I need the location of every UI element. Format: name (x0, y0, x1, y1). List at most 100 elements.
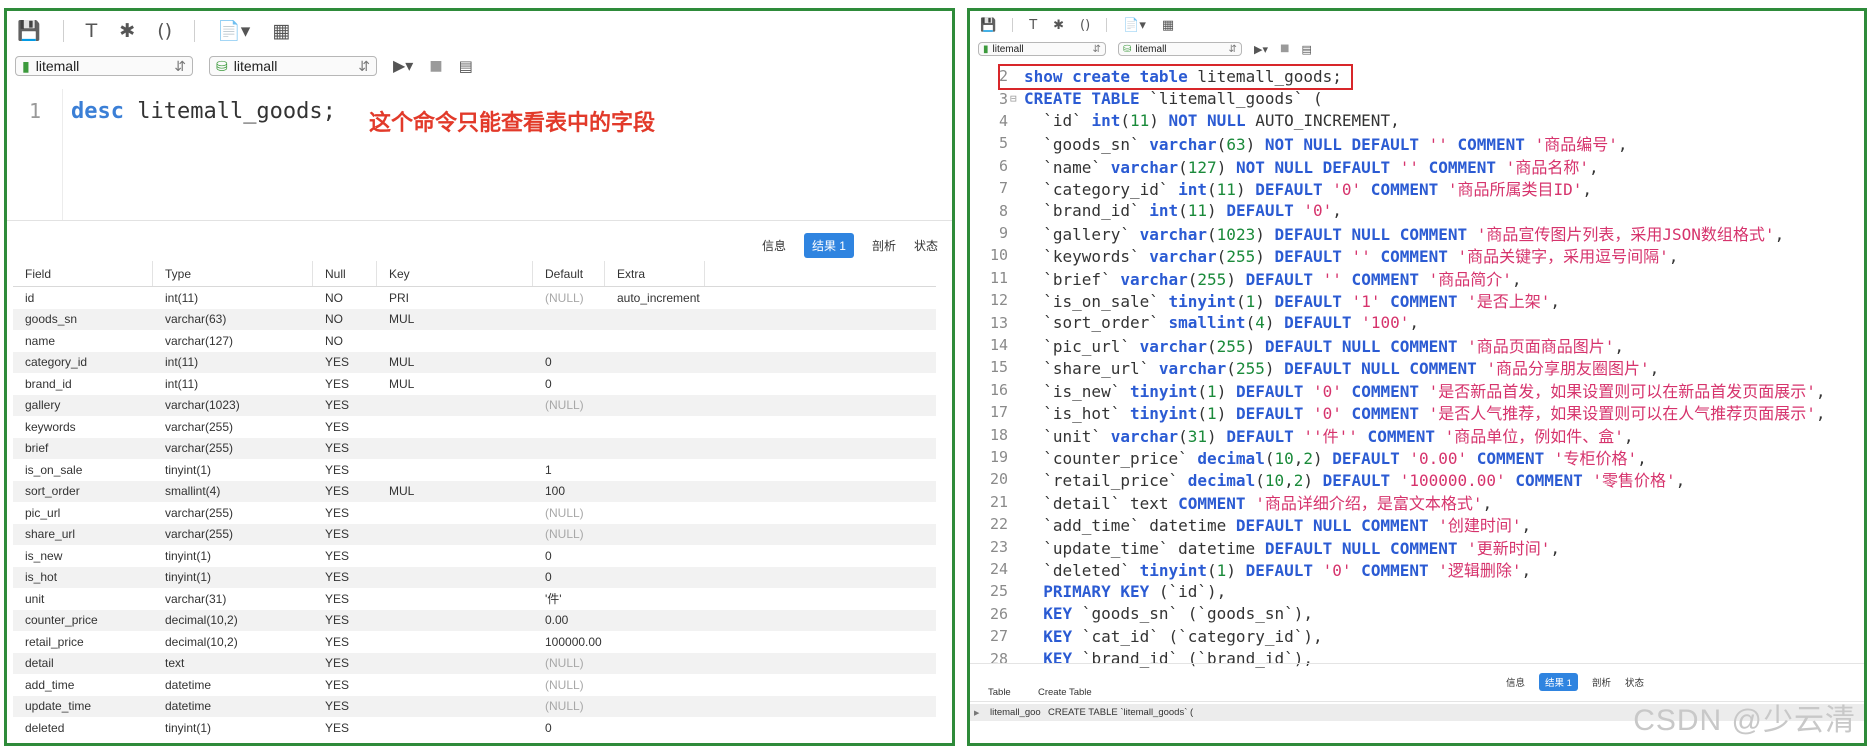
document-icon[interactable]: 📄▾ (217, 21, 250, 41)
table-cell[interactable]: name (13, 334, 153, 348)
table-cell[interactable]: gallery (13, 398, 153, 412)
table-cell[interactable]: int(11) (153, 355, 313, 369)
table-cell[interactable]: int(11) (153, 291, 313, 305)
table-cell[interactable]: category_id (13, 355, 153, 369)
table-row[interactable]: goods_sn varchar(63) NO MUL (13, 308, 936, 330)
table-cell[interactable]: varchar(63) (153, 312, 313, 326)
table-cell[interactable]: 0 (533, 721, 605, 735)
table-cell[interactable]: varchar(127) (153, 334, 313, 348)
magic-wand-icon[interactable]: ✱ (1053, 19, 1064, 32)
table-cell[interactable]: datetime (153, 699, 313, 713)
table-cell[interactable]: brief (13, 441, 153, 455)
table-row[interactable]: is_hot tinyint(1) YES 0 (13, 566, 936, 588)
table-row[interactable]: share_url varchar(255) YES (NULL) (13, 523, 936, 545)
table-row[interactable]: category_id int(11) YES MUL 0 (13, 351, 936, 373)
table-cell[interactable]: text (153, 656, 313, 670)
table-cell[interactable]: add_time (13, 678, 153, 692)
table-cell[interactable]: int(11) (153, 377, 313, 391)
table-cell[interactable]: detail (13, 656, 153, 670)
explain-icon[interactable]: ▤ (459, 58, 473, 74)
table-cell[interactable]: tinyint(1) (153, 549, 313, 563)
left-sql-editor[interactable]: 1 desc litemall_goods; 这个命令只能查看表中的字段 (7, 89, 952, 221)
table-row[interactable]: unit varchar(31) YES '件' (13, 588, 936, 610)
tab-info[interactable]: 信息 (762, 237, 786, 254)
table-row[interactable]: is_new tinyint(1) YES 0 (13, 545, 936, 567)
table-cell[interactable]: MUL (377, 377, 533, 391)
table-cell[interactable]: (NULL) (533, 678, 605, 692)
tab-result-1[interactable]: 结果 1 (803, 233, 854, 258)
table-cell[interactable]: pic_url (13, 506, 153, 520)
column-header[interactable]: Key (377, 261, 533, 286)
column-header[interactable]: Type (153, 261, 313, 286)
table-row[interactable]: pic_url varchar(255) YES (NULL) (13, 502, 936, 524)
table-cell[interactable]: varchar(255) (153, 506, 313, 520)
table-row[interactable]: gallery varchar(1023) YES (NULL) (13, 394, 936, 416)
table-cell[interactable]: MUL (377, 355, 533, 369)
table-cell[interactable]: varchar(255) (153, 441, 313, 455)
table-cell[interactable]: YES (313, 656, 377, 670)
table-cell[interactable]: 0 (533, 355, 605, 369)
table-cell[interactable]: 0.00 (533, 613, 605, 627)
table-cell[interactable]: is_on_sale (13, 463, 153, 477)
table-cell[interactable]: YES (313, 678, 377, 692)
table-row[interactable]: retail_price decimal(10,2) YES 100000.00 (13, 631, 936, 653)
table-cell[interactable]: YES (313, 420, 377, 434)
column-header[interactable]: Create Table (1030, 687, 1092, 698)
tab-profile[interactable]: 剖析 (872, 237, 896, 254)
table-cell[interactable]: (NULL) (533, 527, 605, 541)
table-cell[interactable]: (NULL) (533, 291, 605, 305)
explain-icon[interactable]: ▤ (1301, 44, 1311, 55)
table-cell[interactable]: 0 (533, 549, 605, 563)
run-icon[interactable]: ▶▾ (393, 58, 413, 74)
database-select[interactable]: ⛁ litemall ⇵ (1118, 42, 1242, 56)
table-cell[interactable]: decimal(10,2) (153, 613, 313, 627)
table-cell[interactable]: decimal(10,2) (153, 635, 313, 649)
table-cell[interactable]: datetime (153, 678, 313, 692)
table-cell[interactable]: tinyint(1) (153, 463, 313, 477)
table-row[interactable]: brief varchar(255) YES (13, 437, 936, 459)
table-row[interactable]: brand_id int(11) YES MUL 0 (13, 373, 936, 395)
table-row[interactable]: name varchar(127) NO (13, 330, 936, 352)
table-cell[interactable]: smallint(4) (153, 484, 313, 498)
document-icon[interactable]: 📄▾ (1123, 19, 1146, 32)
parentheses-icon[interactable]: () (1080, 19, 1090, 32)
table-cell[interactable]: YES (313, 613, 377, 627)
table-cell[interactable]: is_new (13, 549, 153, 563)
column-header[interactable]: Null (313, 261, 377, 286)
table-cell[interactable]: 0 (533, 570, 605, 584)
column-header[interactable]: Extra (605, 261, 705, 286)
database-select[interactable]: ⛁ litemall ⇵ (209, 56, 377, 76)
table-cell[interactable]: YES (313, 549, 377, 563)
table-cell[interactable]: tinyint(1) (153, 721, 313, 735)
table-row[interactable]: detail text YES (NULL) (13, 652, 936, 674)
table-row[interactable]: id int(11) NO PRI (NULL) auto_increment (13, 287, 936, 309)
table-cell[interactable]: (NULL) (533, 656, 605, 670)
table-cell[interactable]: counter_price (13, 613, 153, 627)
table-cell[interactable]: retail_price (13, 635, 153, 649)
table-cell[interactable]: keywords (13, 420, 153, 434)
table-cell[interactable]: (NULL) (533, 699, 605, 713)
table-cell[interactable]: 1 (533, 463, 605, 477)
table-cell[interactable]: MUL (377, 484, 533, 498)
table-cell[interactable]: NO (313, 291, 377, 305)
table-cell[interactable]: tinyint(1) (153, 570, 313, 584)
stop-icon[interactable]: ■ (1280, 44, 1289, 54)
magic-wand-icon[interactable]: ✱ (119, 21, 135, 41)
hammer-icon[interactable]: T (1029, 19, 1037, 32)
table-row[interactable]: add_time datetime YES (NULL) (13, 674, 936, 696)
stop-icon[interactable]: ■ (429, 59, 442, 73)
right-sql-editor[interactable]: 2 show create table litemall_goods; 3 ⊟ CREA… (970, 63, 1864, 671)
table-cell[interactable]: sort_order (13, 484, 153, 498)
table-cell[interactable]: YES (313, 484, 377, 498)
table-cell[interactable]: YES (313, 441, 377, 455)
save-icon[interactable]: 💾 (17, 21, 41, 41)
table-cell[interactable]: goods_sn (13, 312, 153, 326)
table-cell[interactable]: YES (313, 377, 377, 391)
table-row[interactable]: keywords varchar(255) YES (13, 416, 936, 438)
table-cell[interactable]: (NULL) (533, 398, 605, 412)
table-cell[interactable]: PRI (377, 291, 533, 305)
table-cell[interactable]: is_hot (13, 570, 153, 584)
table-cell[interactable]: YES (313, 592, 377, 606)
table-cell[interactable]: varchar(31) (153, 592, 313, 606)
column-header[interactable]: Table (970, 687, 1030, 698)
